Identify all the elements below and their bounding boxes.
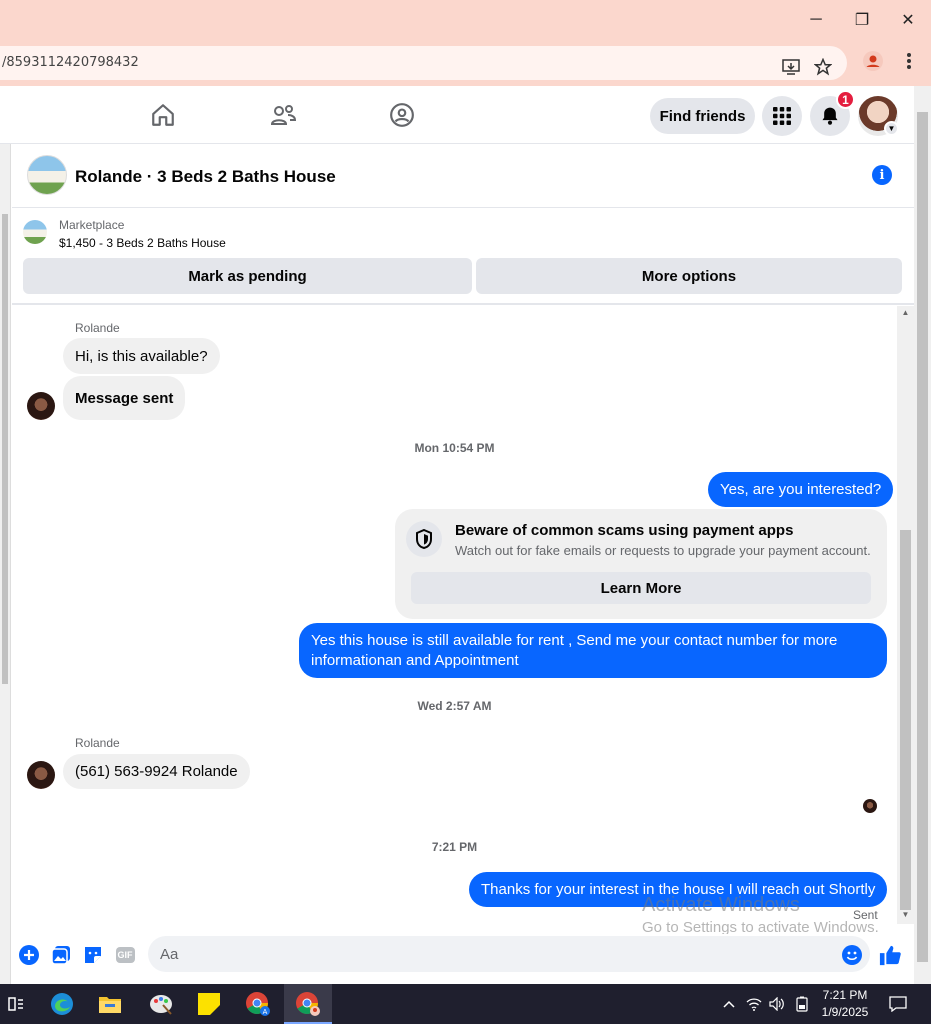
- listing-price-title[interactable]: $1,450 - 3 Beds 2 Baths House: [59, 236, 226, 250]
- notification-center-icon[interactable]: [882, 988, 914, 1020]
- info-icon[interactable]: i: [872, 165, 892, 185]
- gif-label: GIF: [115, 947, 135, 963]
- timestamp: Mon 10:54 PM: [414, 441, 495, 455]
- emoji-icon[interactable]: [841, 944, 863, 966]
- menu-button[interactable]: [762, 96, 802, 136]
- close-button[interactable]: ✕: [885, 0, 931, 40]
- message-bubble-incoming[interactable]: Message sent: [63, 376, 186, 420]
- page-scrollbar[interactable]: [914, 86, 931, 984]
- edge-browser-icon[interactable]: [46, 988, 78, 1020]
- message-bubble-outgoing[interactable]: Yes, are you interested?: [708, 472, 894, 507]
- chevron-down-icon[interactable]: ▼: [884, 121, 899, 136]
- message-list[interactable]: Rolande Hi, is this available? Message s…: [12, 306, 897, 934]
- bookmark-star-icon[interactable]: [812, 56, 834, 78]
- left-scrollbar[interactable]: [0, 144, 11, 984]
- photo-icon[interactable]: [50, 944, 72, 966]
- minimize-button[interactable]: ─: [793, 0, 839, 40]
- browser-titlebar: ─ ❐ ✕: [0, 0, 931, 40]
- message-bubble-outgoing[interactable]: Yes this house is still available for re…: [299, 623, 887, 678]
- contact-avatar[interactable]: [27, 761, 55, 789]
- chrome-profile-a-icon[interactable]: A: [242, 988, 274, 1020]
- timestamp: 7:21 PM: [431, 840, 478, 854]
- volume-icon[interactable]: [765, 988, 789, 1020]
- mark-as-pending-button[interactable]: Mark as pending: [23, 258, 472, 294]
- scam-warning-title: Beware of common scams using payment app…: [455, 522, 794, 539]
- message-bubble-incoming[interactable]: (561) 563-9924 Rolande: [63, 754, 250, 789]
- install-app-icon[interactable]: [780, 56, 802, 78]
- message-scroll-thumb[interactable]: [900, 530, 911, 910]
- chat-header: Rolande · 3 Beds 2 Baths House i: [12, 145, 914, 208]
- message-input[interactable]: Aa: [148, 936, 870, 972]
- svg-text:A: A: [263, 1009, 268, 1016]
- message-input-placeholder: Aa: [160, 946, 179, 963]
- more-options-button[interactable]: More options: [476, 258, 902, 294]
- page-scroll-thumb[interactable]: [917, 112, 928, 962]
- sender-name: Rolande: [75, 321, 120, 335]
- chevron-up-icon[interactable]: [714, 988, 744, 1020]
- marketplace-panel: Marketplace $1,450 - 3 Beds 2 Baths Hous…: [12, 209, 914, 305]
- menu-kebab-icon[interactable]: [898, 50, 920, 72]
- chrome-active-icon[interactable]: [292, 988, 324, 1020]
- facebook-top-nav: Find friends: [0, 86, 914, 144]
- grid-menu-icon: [773, 107, 791, 125]
- chat-title[interactable]: Rolande · 3 Beds 2 Baths House: [75, 167, 336, 187]
- left-scroll-thumb[interactable]: [2, 214, 8, 684]
- message-composer: GIF Aa: [12, 934, 914, 984]
- home-icon[interactable]: [148, 100, 178, 130]
- windows-taskbar: A 7:21 PM 1/9/2025: [0, 984, 931, 1024]
- listing-avatar[interactable]: [27, 155, 67, 195]
- url-text[interactable]: /8593112420798432: [2, 55, 139, 70]
- wifi-icon[interactable]: [742, 988, 766, 1020]
- message-bubble-incoming[interactable]: Hi, is this available?: [63, 338, 220, 374]
- message-scrollbar[interactable]: ▲ ▼: [897, 306, 914, 924]
- listing-thumbnail[interactable]: [23, 220, 47, 244]
- system-clock[interactable]: 7:21 PM 1/9/2025: [812, 987, 878, 1021]
- groups-icon[interactable]: [387, 100, 417, 130]
- scroll-down-arrow[interactable]: ▼: [900, 910, 911, 920]
- shield-icon: [406, 521, 442, 557]
- battery-icon[interactable]: [790, 988, 814, 1020]
- clock-date: 1/9/2025: [821, 1005, 869, 1019]
- find-friends-button[interactable]: Find friends: [650, 98, 755, 134]
- task-view-icon[interactable]: [0, 988, 32, 1020]
- sticker-icon[interactable]: [82, 944, 104, 966]
- friends-icon[interactable]: [268, 100, 298, 130]
- scam-warning-card: Beware of common scams using payment app…: [395, 509, 887, 619]
- address-bar-row: /8593112420798432: [0, 40, 931, 86]
- learn-more-button[interactable]: Learn More: [411, 572, 871, 604]
- paint-icon[interactable]: [145, 988, 177, 1020]
- contact-avatar[interactable]: [27, 392, 55, 420]
- like-thumbs-up-icon[interactable]: [879, 944, 901, 966]
- bell-icon: [822, 107, 838, 125]
- clock-time: 7:21 PM: [822, 988, 868, 1002]
- plus-icon[interactable]: [18, 944, 40, 966]
- activate-windows-watermark: Activate Windows: [642, 894, 800, 916]
- read-receipt-avatar: [863, 799, 877, 813]
- scam-warning-body: Watch out for fake emails or requests to…: [455, 543, 871, 558]
- restore-button[interactable]: ❐: [839, 0, 885, 40]
- timestamp: Wed 2:57 AM: [417, 699, 492, 713]
- file-explorer-icon[interactable]: [94, 988, 126, 1020]
- scroll-up-arrow[interactable]: ▲: [900, 308, 911, 318]
- omnibox[interactable]: /8593112420798432: [0, 46, 847, 80]
- profile-icon[interactable]: [862, 50, 884, 72]
- notification-badge: 1: [836, 90, 855, 109]
- sender-name: Rolande: [75, 736, 120, 750]
- sticky-notes-icon[interactable]: [193, 988, 225, 1020]
- marketplace-label: Marketplace: [59, 218, 125, 232]
- gif-icon[interactable]: GIF: [114, 944, 136, 966]
